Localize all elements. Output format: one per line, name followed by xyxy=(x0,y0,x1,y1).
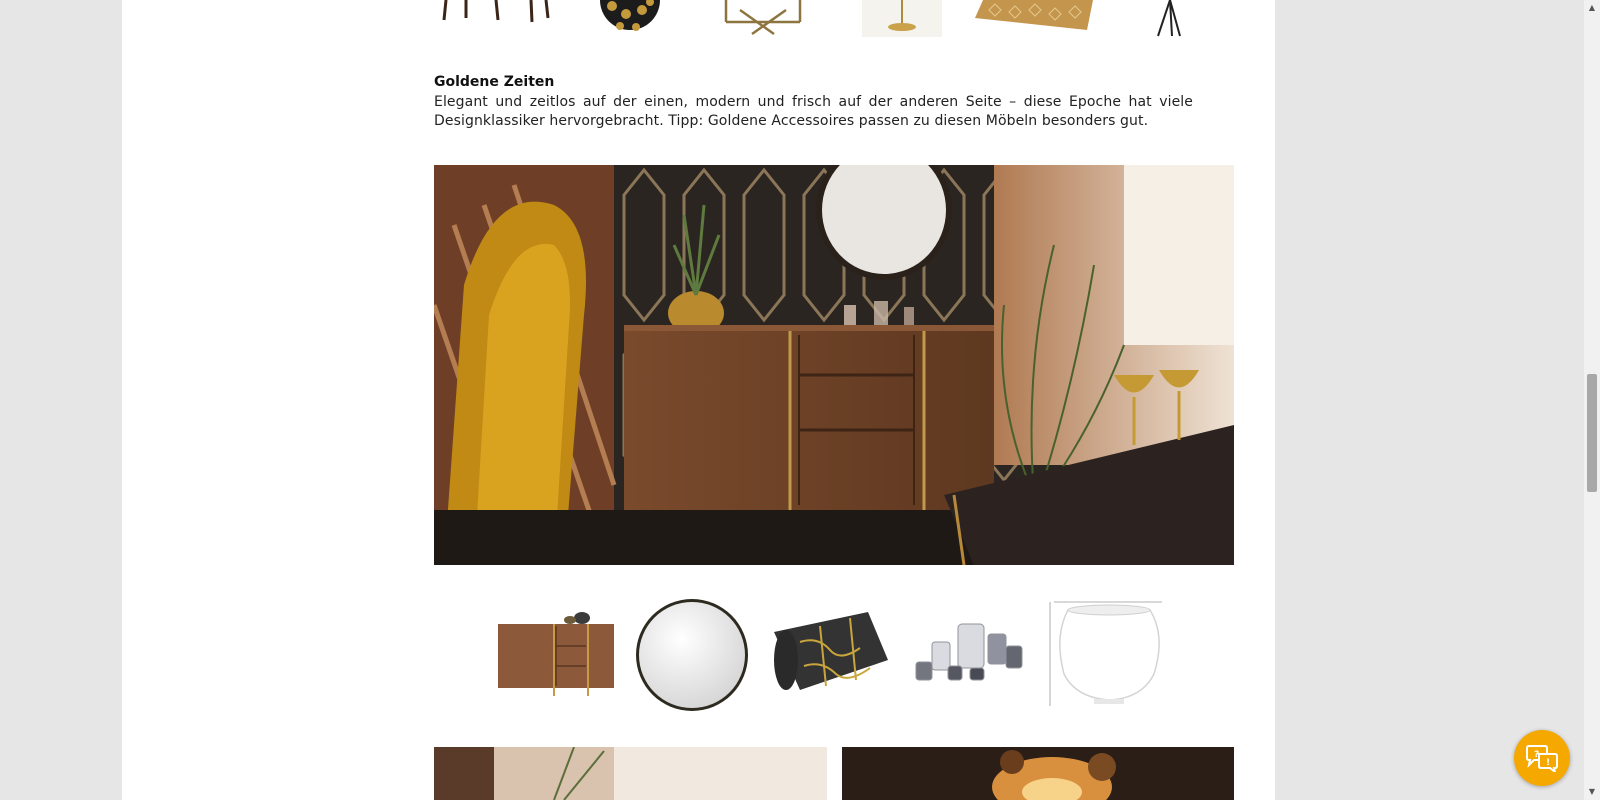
top-product-strip xyxy=(430,0,1240,40)
candle-holders-product[interactable] xyxy=(908,596,1028,714)
scrollbar-thumb[interactable] xyxy=(1587,374,1597,492)
product-thumbnails xyxy=(496,596,1176,714)
rug-product[interactable] xyxy=(975,0,1095,37)
bottom-image-right[interactable] xyxy=(842,747,1234,800)
chat-help-icon: ? ! xyxy=(1526,745,1558,772)
scroll-down-arrow-icon[interactable]: ▼ xyxy=(1584,784,1600,800)
living-room-sideboard-photo xyxy=(434,165,1234,565)
living-room-plant-photo xyxy=(434,747,827,800)
section-title: Goldene Zeiten xyxy=(434,74,555,90)
hero-image[interactable] xyxy=(434,165,1234,565)
gold-lamp-photo xyxy=(842,747,1234,800)
table-lamp-product[interactable] xyxy=(862,0,942,37)
round-mirror-product[interactable] xyxy=(634,596,754,714)
help-chat-button[interactable]: ? ! xyxy=(1514,730,1570,786)
chair-legs-product[interactable] xyxy=(436,0,551,37)
bottom-image-left[interactable] xyxy=(434,747,827,800)
pendant-lamp-product[interactable] xyxy=(598,0,663,37)
wallpaper-roll-product[interactable] xyxy=(770,596,890,714)
svg-text:?: ? xyxy=(1534,750,1539,760)
white-vase-product[interactable] xyxy=(1046,596,1166,714)
floor-lamp-product[interactable] xyxy=(1140,0,1200,37)
svg-text:!: ! xyxy=(1546,758,1550,768)
sideboard-product[interactable] xyxy=(496,596,616,714)
side-table-product[interactable] xyxy=(718,0,808,37)
section-description: Elegant und zeitlos auf der einen, moder… xyxy=(434,94,1193,129)
vertical-scrollbar[interactable]: ▲ ▼ xyxy=(1584,0,1600,800)
scroll-up-arrow-icon[interactable]: ▲ xyxy=(1584,0,1600,16)
